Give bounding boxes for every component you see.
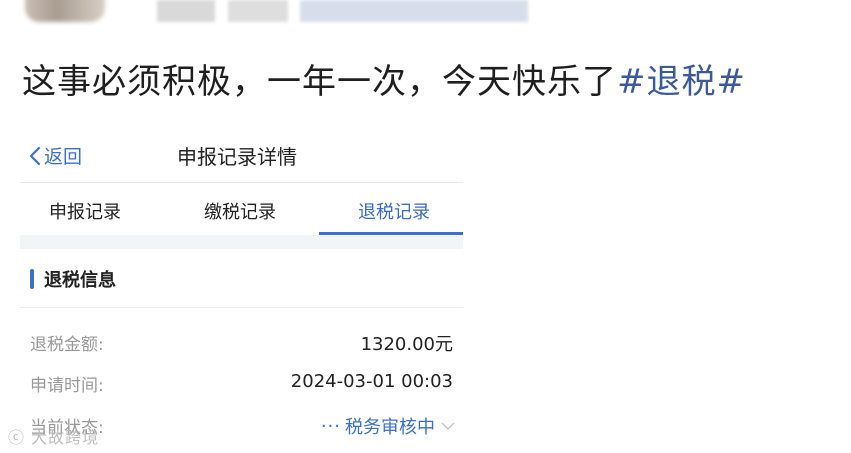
blurred-header: [0, 0, 851, 24]
back-button[interactable]: 返回: [28, 142, 82, 169]
section-spacer: [20, 235, 463, 249]
hashtag-link[interactable]: #退税#: [617, 62, 746, 102]
watermark: ⓒ 大故跨境: [8, 424, 99, 448]
status-value: 税务审核中: [345, 417, 435, 438]
blurred-meta-link: [300, 0, 528, 22]
blurred-meta: [228, 0, 288, 22]
blurred-username: [157, 0, 215, 22]
section-accent-bar: [30, 269, 34, 289]
detail-row-amount: 退税金额: 1320.00元: [20, 330, 463, 370]
blurred-avatar: [25, 0, 105, 22]
page-title: 申报记录详情: [177, 145, 297, 169]
tab-bar: 申报记录 缴税记录 退税记录: [20, 183, 463, 235]
amount-label: 退税金额:: [30, 335, 104, 355]
screenshot-card: 返回 申报记录详情 申报记录 缴税记录 退税记录 退税信息 退税金额: 1320…: [20, 128, 463, 452]
section-title: 退税信息: [44, 270, 116, 291]
tab-declaration-records[interactable]: 申报记录: [49, 198, 121, 224]
amount-value: 1320.00元: [360, 334, 453, 355]
detail-row-time: 申请时间: 2024-03-01 00:03: [20, 371, 463, 411]
chevron-left-icon: [29, 146, 41, 165]
post-body: 这事必须积极，一年一次，今天快乐了: [22, 62, 617, 102]
section-header: 退税信息: [20, 249, 463, 307]
status-dropdown[interactable]: ··· 税务审核中: [321, 413, 455, 439]
watermark-text: 大故跨境: [31, 428, 100, 447]
tab-refund-records[interactable]: 退税记录: [358, 198, 430, 224]
time-label: 申请时间:: [30, 376, 104, 396]
watermark-logo-icon: ⓒ: [8, 428, 32, 447]
tab-payment-records[interactable]: 缴税记录: [204, 198, 276, 224]
chevron-down-icon: [441, 422, 455, 431]
nav-bar: 返回 申报记录详情: [20, 128, 463, 182]
divider: [20, 307, 463, 308]
back-label: 返回: [44, 146, 83, 168]
post-text: 这事必须积极，一年一次，今天快乐了#退税#: [22, 56, 746, 108]
ellipsis-icon: ···: [320, 415, 341, 437]
time-value: 2024-03-01 00:03: [290, 371, 453, 392]
